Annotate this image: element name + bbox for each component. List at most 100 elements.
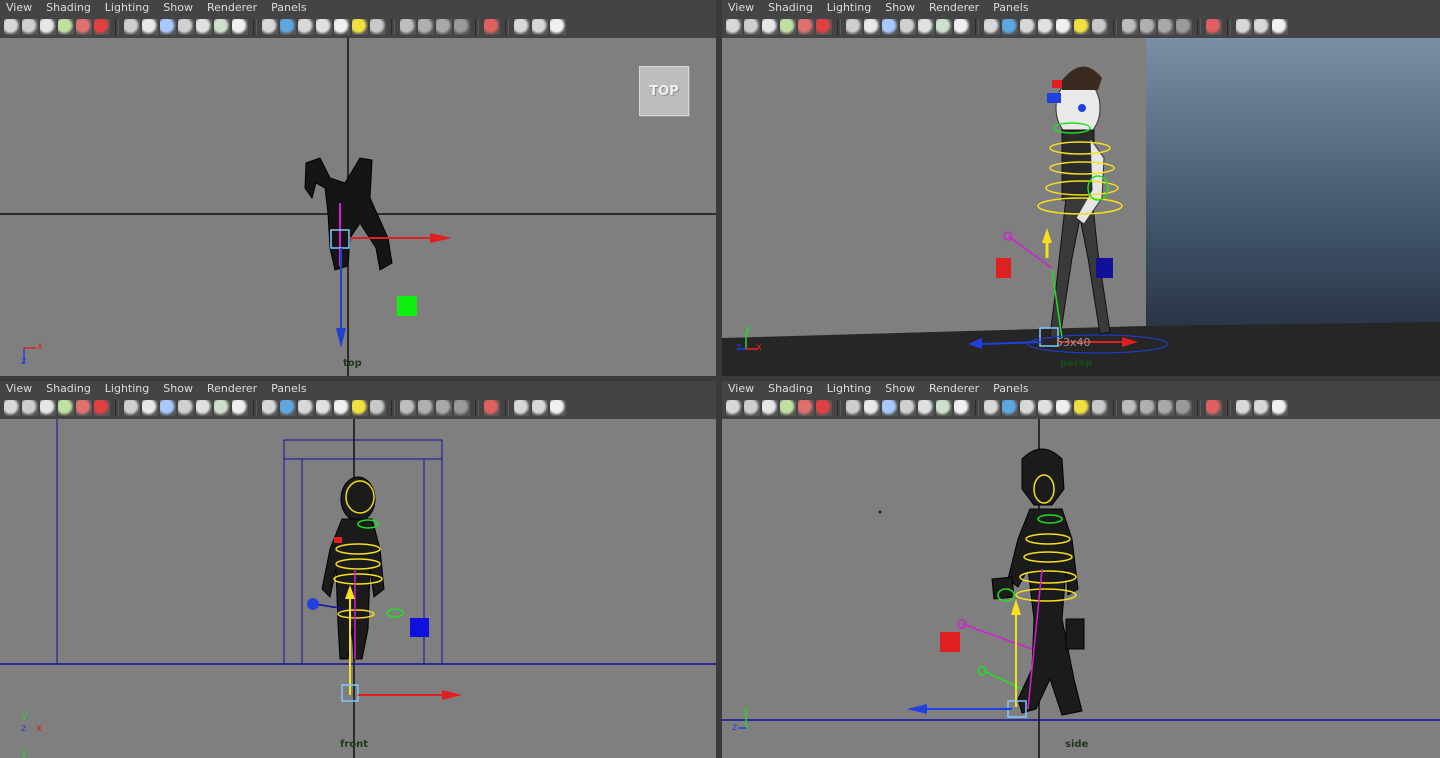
xray-active-icon[interactable]: [1254, 400, 1270, 416]
wireframe-icon[interactable]: [124, 19, 140, 35]
menu-view[interactable]: View: [728, 381, 754, 397]
front-viewport[interactable]: y z x front: [0, 419, 716, 758]
textured-icon[interactable]: [1056, 400, 1072, 416]
bookmarks-icon[interactable]: [762, 400, 778, 416]
xray-joints-icon[interactable]: [514, 19, 530, 35]
wireframe-on-shaded-icon[interactable]: [298, 400, 314, 416]
grid-icon[interactable]: [864, 400, 880, 416]
menu-renderer[interactable]: Renderer: [207, 381, 257, 397]
field-chart-icon[interactable]: [214, 19, 230, 35]
xray-icon[interactable]: [1038, 19, 1054, 35]
camera-select-icon[interactable]: [726, 19, 742, 35]
menu-renderer[interactable]: Renderer: [929, 0, 979, 16]
menu-shading[interactable]: Shading: [768, 381, 813, 397]
wireframe-shading-icon[interactable]: [262, 19, 278, 35]
menu-panels[interactable]: Panels: [271, 0, 306, 16]
isolate-select-icon[interactable]: [484, 400, 500, 416]
2d-pan-zoom-icon[interactable]: [798, 19, 814, 35]
anti-aliasing-icon[interactable]: [436, 400, 452, 416]
screen-space-ao-icon[interactable]: [1122, 19, 1138, 35]
share-icon[interactable]: [1272, 400, 1288, 416]
field-chart-icon[interactable]: [936, 400, 952, 416]
motion-blur-icon[interactable]: [1140, 400, 1156, 416]
field-chart-icon[interactable]: [936, 19, 952, 35]
menu-renderer[interactable]: Renderer: [929, 381, 979, 397]
menu-lighting[interactable]: Lighting: [827, 0, 871, 16]
isolate-select-icon[interactable]: [1206, 400, 1222, 416]
shadows-icon[interactable]: [1092, 400, 1108, 416]
gate-mask-icon[interactable]: [918, 400, 934, 416]
grease-pencil-icon[interactable]: [816, 400, 832, 416]
motion-blur-icon[interactable]: [418, 19, 434, 35]
pane-divider-vertical[interactable]: [716, 0, 722, 758]
menu-shading[interactable]: Shading: [46, 0, 91, 16]
depth-of-field-icon[interactable]: [454, 19, 470, 35]
shadows-icon[interactable]: [370, 19, 386, 35]
screen-space-ao-icon[interactable]: [400, 400, 416, 416]
screen-space-ao-icon[interactable]: [1122, 400, 1138, 416]
shadows-icon[interactable]: [370, 400, 386, 416]
share-icon[interactable]: [1272, 19, 1288, 35]
wireframe-shading-icon[interactable]: [984, 19, 1000, 35]
camera-attributes-icon[interactable]: [22, 19, 38, 35]
2d-pan-zoom-icon[interactable]: [76, 19, 92, 35]
wireframe-icon[interactable]: [846, 400, 862, 416]
lights-icon[interactable]: [1074, 400, 1090, 416]
resolution-gate-icon[interactable]: [178, 400, 194, 416]
film-gate-icon[interactable]: [882, 19, 898, 35]
xray-icon[interactable]: [316, 400, 332, 416]
wireframe-on-shaded-icon[interactable]: [1020, 400, 1036, 416]
camera-attributes-icon[interactable]: [744, 19, 760, 35]
share-icon[interactable]: [550, 400, 566, 416]
safe-title-icon[interactable]: [954, 400, 970, 416]
grid-icon[interactable]: [142, 400, 158, 416]
lights-icon[interactable]: [1074, 19, 1090, 35]
side-viewport[interactable]: y z side: [722, 419, 1440, 758]
xray-joints-icon[interactable]: [1236, 19, 1252, 35]
grease-pencil-icon[interactable]: [94, 400, 110, 416]
menu-show[interactable]: Show: [885, 0, 915, 16]
film-gate-icon[interactable]: [882, 400, 898, 416]
xray-joints-icon[interactable]: [514, 400, 530, 416]
viewcube-top[interactable]: TOP: [639, 66, 689, 116]
xray-icon[interactable]: [1038, 400, 1054, 416]
menu-panels[interactable]: Panels: [993, 0, 1028, 16]
xray-active-icon[interactable]: [532, 400, 548, 416]
wireframe-shading-icon[interactable]: [262, 400, 278, 416]
menu-view[interactable]: View: [6, 381, 32, 397]
menu-lighting[interactable]: Lighting: [827, 381, 871, 397]
grease-pencil-icon[interactable]: [816, 19, 832, 35]
anti-aliasing-icon[interactable]: [1158, 400, 1174, 416]
camera-attributes-icon[interactable]: [744, 400, 760, 416]
xray-joints-icon[interactable]: [1236, 400, 1252, 416]
wireframe-on-shaded-icon[interactable]: [298, 19, 314, 35]
menu-lighting[interactable]: Lighting: [105, 381, 149, 397]
resolution-gate-icon[interactable]: [900, 19, 916, 35]
gate-mask-icon[interactable]: [196, 400, 212, 416]
resolution-gate-icon[interactable]: [178, 19, 194, 35]
isolate-select-icon[interactable]: [484, 19, 500, 35]
menu-show[interactable]: Show: [163, 0, 193, 16]
top-viewport[interactable]: x z TOP top: [0, 38, 716, 376]
menu-panels[interactable]: Panels: [993, 381, 1028, 397]
film-gate-icon[interactable]: [160, 400, 176, 416]
menu-show[interactable]: Show: [885, 381, 915, 397]
2d-pan-zoom-icon[interactable]: [798, 400, 814, 416]
depth-of-field-icon[interactable]: [1176, 400, 1192, 416]
anti-aliasing-icon[interactable]: [1158, 19, 1174, 35]
gate-mask-icon[interactable]: [918, 19, 934, 35]
field-chart-icon[interactable]: [214, 400, 230, 416]
image-plane-icon[interactable]: [58, 400, 74, 416]
wireframe-icon[interactable]: [124, 400, 140, 416]
menu-view[interactable]: View: [728, 0, 754, 16]
menu-show[interactable]: Show: [163, 381, 193, 397]
menu-shading[interactable]: Shading: [46, 381, 91, 397]
motion-blur-icon[interactable]: [418, 400, 434, 416]
smooth-shade-icon[interactable]: [280, 400, 296, 416]
grease-pencil-icon[interactable]: [94, 19, 110, 35]
isolate-select-icon[interactable]: [1206, 19, 1222, 35]
image-plane-icon[interactable]: [780, 19, 796, 35]
depth-of-field-icon[interactable]: [454, 400, 470, 416]
resolution-gate-icon[interactable]: [900, 400, 916, 416]
menu-view[interactable]: View: [6, 0, 32, 16]
